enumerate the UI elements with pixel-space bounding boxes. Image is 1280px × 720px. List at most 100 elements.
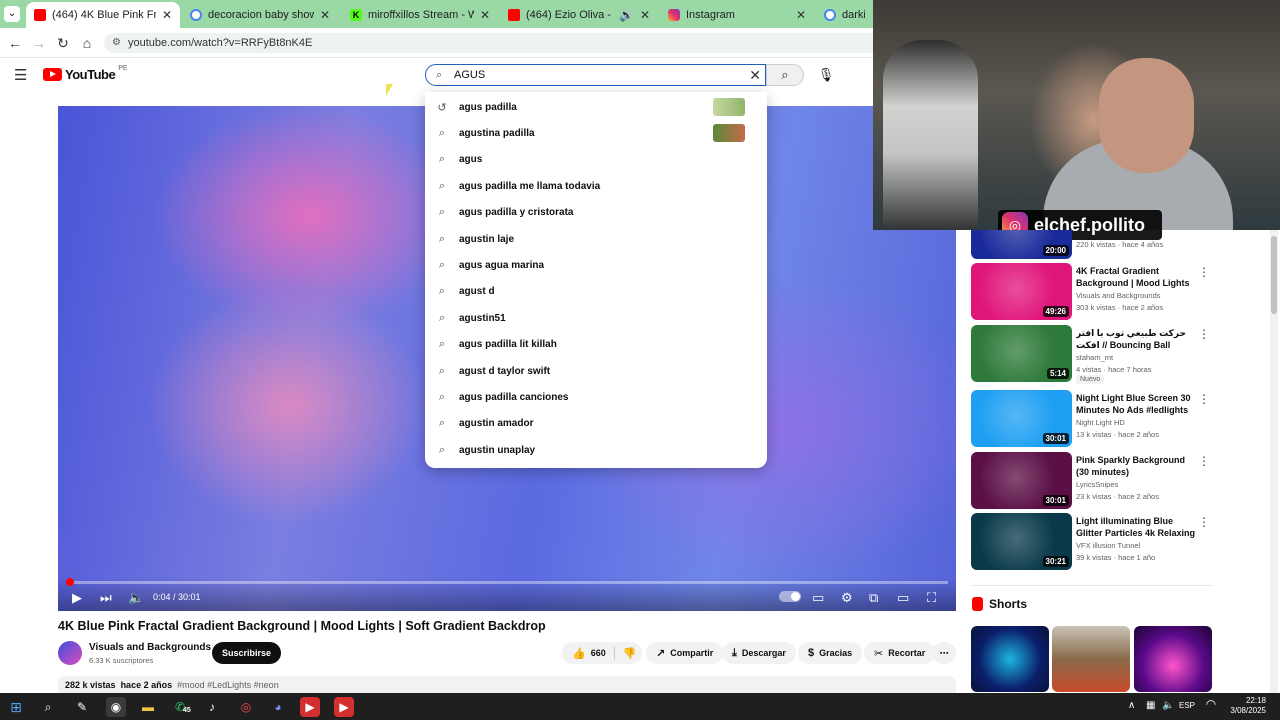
language-indicator[interactable]: ESP bbox=[1179, 701, 1195, 710]
suggestion-item[interactable]: ⌕ agus bbox=[425, 147, 767, 173]
subtitles-icon[interactable]: ▭ bbox=[812, 590, 824, 606]
download-button[interactable]: ⤓ Descargar bbox=[722, 642, 796, 664]
more-actions-button[interactable]: ⋯ bbox=[932, 642, 956, 664]
search-button[interactable]: ⌕ bbox=[766, 64, 804, 86]
channel-name[interactable]: LyricsSnipes bbox=[1076, 480, 1118, 489]
channel-name[interactable]: staham_mt bbox=[1076, 353, 1113, 362]
fullscreen-icon[interactable]: ⛶ bbox=[927, 590, 936, 606]
recommendation-item[interactable]: 30:01 Pink Sparkly Background (30 minutes… bbox=[971, 452, 1216, 510]
subscribe-button[interactable]: Suscribirse bbox=[212, 642, 282, 664]
tab-video[interactable]: (464) 4K Blue Pink Fractal Grad ✕ bbox=[26, 2, 180, 28]
windows-start-icon[interactable]: ⊞ bbox=[6, 697, 26, 717]
forward-arrow-icon[interactable]: → bbox=[30, 34, 48, 52]
hashtags[interactable]: #mood #LedLights #neon bbox=[177, 680, 279, 690]
video-title[interactable]: Pink Sparkly Background (30 minutes) bbox=[1076, 454, 1196, 478]
tab-kick[interactable]: K miroffxillos Stream - Watch Liv ✕ bbox=[342, 2, 498, 28]
channel-name[interactable]: Visuals and Backgrounds bbox=[1076, 291, 1161, 300]
menu-icon[interactable]: ☰ bbox=[14, 66, 27, 84]
close-icon[interactable]: ✕ bbox=[320, 8, 330, 22]
clear-search-icon[interactable]: ✕ bbox=[749, 65, 761, 85]
app-red-icon[interactable]: ▶ bbox=[334, 697, 354, 717]
channel-name[interactable]: VFX illusion Tunnel bbox=[1076, 541, 1140, 550]
search-input[interactable]: ⌕ AGUS ✕ bbox=[425, 64, 766, 86]
short-thumbnail[interactable] bbox=[1052, 626, 1130, 692]
address-bar[interactable]: ⚙ youtube.com/watch?v=RRFyBt8nK4E bbox=[104, 33, 873, 53]
folder-icon[interactable]: ▬ bbox=[138, 697, 158, 717]
home-icon[interactable]: ⌂ bbox=[78, 34, 96, 52]
app-red-icon[interactable]: ▶ bbox=[300, 697, 320, 717]
recommendation-item[interactable]: 30:21 Light illuminating Blue Glitter Par… bbox=[971, 513, 1216, 571]
clip-button[interactable]: ✂ Recortar bbox=[864, 642, 936, 664]
video-thumbnail[interactable]: 30:21 bbox=[971, 513, 1072, 570]
recommendation-item[interactable]: 49:26 4K Fractal Gradient Background | Mo… bbox=[971, 263, 1216, 321]
close-icon[interactable]: ✕ bbox=[796, 8, 806, 22]
suggestion-item[interactable]: ⌕ agustin unaplay bbox=[425, 437, 767, 463]
next-icon[interactable]: ⏭ bbox=[100, 590, 112, 606]
suggestion-item[interactable]: ⌕ agus agua marina bbox=[425, 252, 767, 278]
video-title[interactable]: Light illuminating Blue Glitter Particle… bbox=[1076, 515, 1196, 539]
video-thumbnail[interactable]: 30:01 bbox=[971, 390, 1072, 447]
recorder-icon[interactable]: ◎ bbox=[236, 697, 256, 717]
play-icon[interactable]: ▶ bbox=[72, 590, 82, 606]
clock[interactable]: 22:18 3/08/2025 bbox=[1226, 696, 1266, 716]
tab-decoracion[interactable]: decoracion baby shower de sti ✕ bbox=[182, 2, 338, 28]
video-title[interactable]: 4K Fractal Gradient Background | Mood Li… bbox=[1076, 265, 1196, 289]
thanks-button[interactable]: $ Gracias bbox=[798, 642, 863, 664]
like-count[interactable]: 660 bbox=[591, 648, 606, 658]
tab-ezio[interactable]: (464) Ezio Oliva - Mi Angel 🔊 ✕ bbox=[500, 2, 658, 28]
video-title[interactable]: حركت طبيعي توب با افتر افكت // Bouncing … bbox=[1076, 327, 1196, 351]
share-button[interactable]: ↗ Compartir bbox=[646, 642, 724, 664]
microphone-icon[interactable]: 🎙 bbox=[814, 64, 838, 86]
wifi-icon[interactable]: ◠ bbox=[1200, 697, 1222, 711]
chevron-up-icon[interactable]: ∧ bbox=[1128, 700, 1135, 711]
chrome-icon[interactable]: ◉ bbox=[106, 697, 126, 717]
speaker-icon[interactable]: 🔈 bbox=[1162, 700, 1174, 711]
suggestion-item[interactable]: ⌕ agus padilla y cristorata bbox=[425, 200, 767, 226]
channel-name[interactable]: Visuals and Backgrounds bbox=[89, 642, 211, 653]
progress-bar[interactable] bbox=[66, 578, 948, 586]
theater-mode-icon[interactable]: ▭ bbox=[897, 590, 909, 606]
more-vert-icon[interactable]: ⋮ bbox=[1198, 265, 1210, 279]
scrollbar-thumb[interactable] bbox=[1271, 236, 1277, 314]
suggestion-item[interactable]: ⌕ agust d taylor swift bbox=[425, 358, 767, 384]
scrubber-handle[interactable] bbox=[66, 578, 74, 586]
pen-app-icon[interactable]: ✎ bbox=[72, 697, 92, 717]
video-thumbnail[interactable]: 5:14 bbox=[971, 325, 1072, 382]
short-thumbnail[interactable] bbox=[1134, 626, 1212, 692]
settings-gear-icon[interactable]: ⚙ bbox=[841, 590, 853, 606]
recommendation-item[interactable]: 5:14 حركت طبيعي توب با افتر افكت // Bounc… bbox=[971, 325, 1216, 384]
suggestion-item[interactable]: ⌕ agustin51 bbox=[425, 305, 767, 331]
close-icon[interactable]: ✕ bbox=[162, 8, 172, 22]
speaker-icon[interactable]: 🔊 bbox=[619, 8, 634, 22]
suggestion-item[interactable]: ⌕ agustina padilla bbox=[425, 120, 767, 146]
short-thumbnail[interactable] bbox=[971, 626, 1049, 692]
more-vert-icon[interactable]: ⋮ bbox=[1198, 327, 1210, 341]
close-icon[interactable]: ✕ bbox=[480, 8, 490, 22]
miniplayer-icon[interactable]: ⧉ bbox=[869, 590, 878, 606]
video-thumbnail[interactable]: 20:00 bbox=[971, 230, 1072, 259]
suggestion-item[interactable]: ⌕ agus padilla canciones bbox=[425, 384, 767, 410]
suggestion-item[interactable]: ⌕ agustin amador bbox=[425, 411, 767, 437]
video-thumbnail[interactable]: 30:01 bbox=[971, 452, 1072, 509]
suggestion-item[interactable]: ↺ agus padilla bbox=[425, 94, 767, 120]
discord-icon[interactable]: ◕ bbox=[268, 697, 288, 717]
video-thumbnail[interactable]: 49:26 bbox=[971, 263, 1072, 320]
tab-instagram[interactable]: Instagram ✕ bbox=[660, 2, 814, 28]
youtube-logo[interactable]: YouTube PE bbox=[43, 65, 128, 82]
reload-icon[interactable]: ↻ bbox=[54, 34, 72, 52]
video-title[interactable]: Night Light Blue Screen 30 Minutes No Ad… bbox=[1076, 392, 1196, 416]
tab-darkiel[interactable]: darkiel - E bbox=[816, 2, 873, 28]
tab-search-button[interactable]: ⌄ bbox=[4, 6, 20, 22]
suggestion-item[interactable]: ⌕ agust d bbox=[425, 279, 767, 305]
suggestion-item[interactable]: ⌕ agus padilla lit killah bbox=[425, 332, 767, 358]
more-vert-icon[interactable]: ⋮ bbox=[1198, 454, 1210, 468]
recommendation-item[interactable]: 20:00 220 k vistas · hace 4 años bbox=[971, 230, 1216, 259]
volume-icon[interactable]: 🔈 bbox=[128, 590, 144, 606]
suggestion-item[interactable]: ⌕ agus padilla me llama todavia bbox=[425, 173, 767, 199]
close-icon[interactable]: ✕ bbox=[640, 8, 650, 22]
dislike-icon[interactable]: 👎 bbox=[623, 647, 637, 660]
network-icon[interactable]: ▦ bbox=[1146, 700, 1155, 711]
channel-avatar[interactable] bbox=[58, 641, 82, 665]
like-icon[interactable]: 👍 bbox=[572, 647, 586, 660]
more-vert-icon[interactable]: ⋮ bbox=[1198, 392, 1210, 406]
